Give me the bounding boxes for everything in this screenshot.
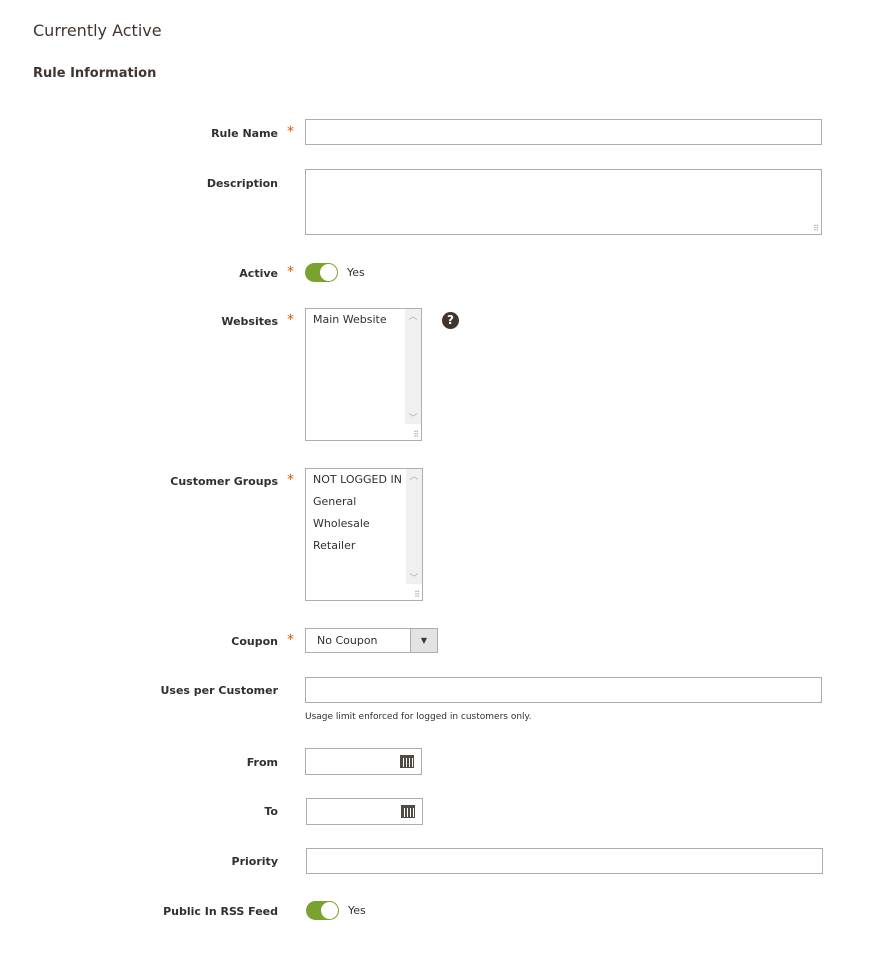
- group-option[interactable]: Wholesale: [306, 513, 422, 535]
- uses-hint: Usage limit enforced for logged in custo…: [305, 712, 532, 722]
- priority-input[interactable]: [306, 848, 823, 874]
- uses-per-customer-label: Uses per Customer: [160, 684, 278, 697]
- coupon-label: Coupon: [231, 635, 278, 648]
- to-date-input[interactable]: [306, 798, 423, 825]
- required-marker: *: [287, 124, 294, 140]
- from-date-input[interactable]: [305, 748, 422, 775]
- description-textarea[interactable]: ⠿: [305, 169, 822, 235]
- required-marker: *: [287, 312, 294, 328]
- coupon-selected: No Coupon: [317, 634, 378, 647]
- group-option[interactable]: NOT LOGGED IN: [306, 469, 422, 491]
- uses-per-customer-input[interactable]: [305, 677, 822, 703]
- description-label: Description: [206, 177, 278, 190]
- resize-grip-icon[interactable]: ⠿: [813, 224, 819, 233]
- customer-groups-label: Customer Groups: [170, 475, 278, 488]
- rule-name-label: Rule Name: [211, 127, 278, 140]
- website-option[interactable]: Main Website: [306, 309, 421, 331]
- priority-label: Priority: [231, 855, 278, 868]
- customer-groups-multiselect[interactable]: NOT LOGGED IN General Wholesale Retailer…: [305, 468, 423, 601]
- scrollbar[interactable]: ︿ ﹀: [406, 469, 422, 584]
- active-state: Yes: [347, 266, 365, 279]
- from-label: From: [246, 756, 278, 769]
- required-marker: *: [287, 472, 294, 488]
- page-title: Currently Active: [33, 21, 162, 40]
- resize-grip-icon[interactable]: ⠿: [413, 430, 419, 439]
- to-label: To: [264, 805, 278, 818]
- section-title: Rule Information: [33, 66, 157, 81]
- active-label: Active: [239, 267, 278, 280]
- active-toggle[interactable]: [305, 263, 338, 282]
- websites-multiselect[interactable]: Main Website ︿ ﹀ ⠿: [305, 308, 422, 441]
- required-marker: *: [287, 264, 294, 280]
- rule-name-input[interactable]: [305, 119, 822, 145]
- rss-label: Public In RSS Feed: [163, 905, 278, 918]
- rss-state: Yes: [348, 904, 366, 917]
- group-option[interactable]: General: [306, 491, 422, 513]
- required-marker: *: [287, 632, 294, 648]
- rss-toggle[interactable]: [306, 901, 339, 920]
- coupon-select[interactable]: No Coupon ▼: [305, 628, 438, 653]
- websites-label: Websites: [221, 315, 278, 328]
- calendar-icon[interactable]: [400, 755, 414, 768]
- question-circle-icon[interactable]: ?: [442, 312, 459, 329]
- chevron-down-icon[interactable]: ▼: [410, 629, 437, 652]
- group-option[interactable]: Retailer: [306, 535, 422, 557]
- calendar-icon[interactable]: [401, 805, 415, 818]
- resize-grip-icon[interactable]: ⠿: [414, 590, 420, 599]
- scrollbar[interactable]: ︿ ﹀: [405, 309, 421, 424]
